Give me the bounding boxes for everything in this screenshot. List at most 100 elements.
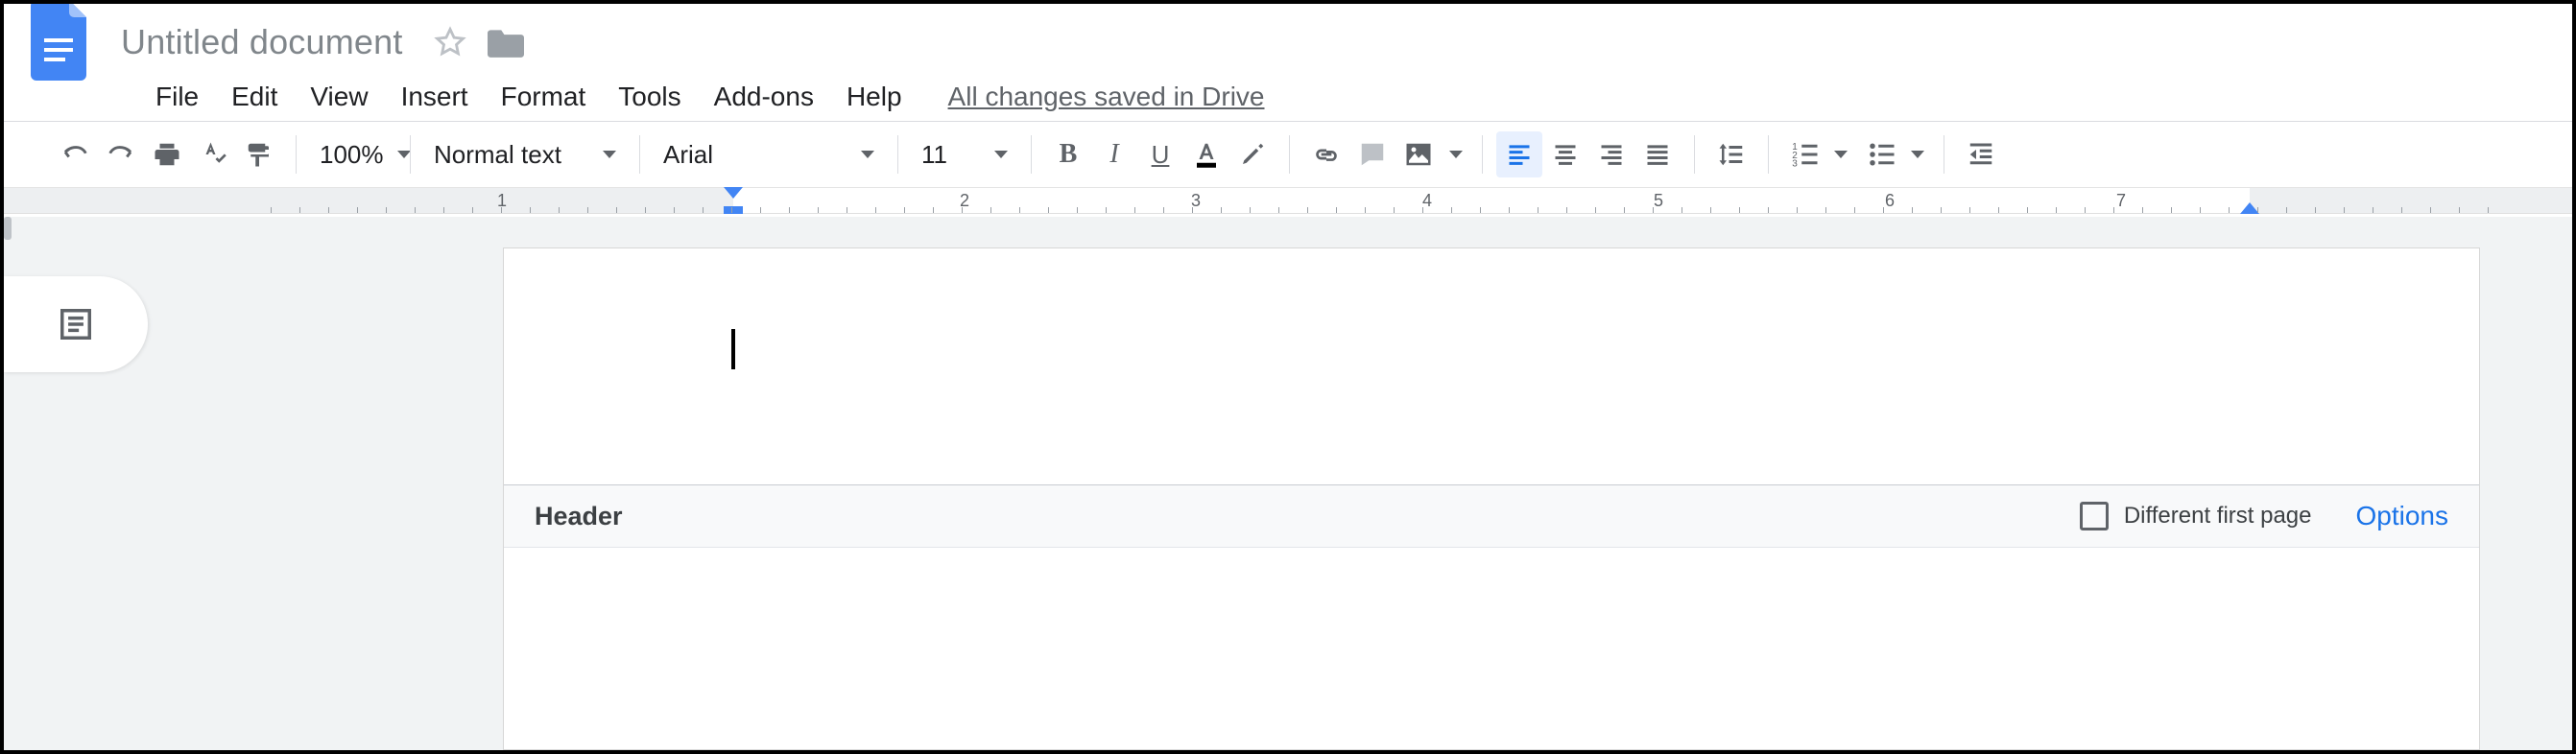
decrease-indent-button[interactable] — [1958, 131, 2004, 177]
numbered-list-button[interactable]: 123 — [1782, 131, 1828, 177]
ruler-tick — [760, 207, 761, 213]
caret-icon[interactable] — [1911, 151, 1924, 158]
document-title[interactable]: Untitled document — [117, 22, 407, 62]
print-button[interactable] — [144, 131, 190, 177]
ruler-tick — [731, 207, 732, 213]
ruler-tick — [2200, 207, 2201, 213]
underline-button[interactable]: U — [1137, 131, 1183, 177]
save-status[interactable]: All changes saved in Drive — [948, 82, 1265, 112]
svg-text:3: 3 — [1792, 159, 1798, 170]
move-to-folder-icon[interactable] — [488, 27, 524, 58]
menu-help[interactable]: Help — [847, 82, 902, 112]
highlight-color-button[interactable] — [1229, 131, 1276, 177]
ruler-tick — [1941, 207, 1942, 213]
ruler[interactable]: 1 2 3 4 5 6 7 — [4, 187, 2572, 214]
ruler-tick — [2085, 207, 2086, 213]
add-comment-button[interactable] — [1349, 131, 1395, 177]
undo-button[interactable] — [52, 131, 98, 177]
bulleted-list-button[interactable] — [1859, 131, 1905, 177]
align-justify-button[interactable] — [1634, 131, 1681, 177]
ruler-tick — [1768, 207, 1769, 213]
ruler-tick — [2142, 207, 2143, 213]
ruler-tick — [530, 207, 531, 213]
separator — [410, 135, 411, 174]
header-toolbar: Header Different first page Options — [504, 484, 2479, 548]
different-first-page-checkbox[interactable]: Different first page — [2080, 502, 2312, 530]
menu-format[interactable]: Format — [501, 82, 586, 112]
ruler-tick — [1336, 207, 1337, 213]
ruler-tick — [1998, 207, 1999, 213]
ruler-tick — [962, 207, 963, 213]
caret-icon — [861, 151, 874, 158]
header-options-link[interactable]: Options — [2356, 501, 2449, 531]
menu-tools[interactable]: Tools — [618, 82, 680, 112]
menu-addons[interactable]: Add-ons — [714, 82, 814, 112]
menu-insert[interactable]: Insert — [401, 82, 468, 112]
separator — [1768, 135, 1769, 174]
ruler-tick — [1163, 207, 1164, 213]
font-size-dropdown[interactable]: 11 — [912, 131, 1017, 177]
ruler-tick — [1883, 207, 1884, 213]
ruler-tick — [1394, 207, 1395, 213]
styles-dropdown[interactable]: Normal text — [424, 131, 626, 177]
caret-icon[interactable] — [1449, 151, 1463, 158]
caret-icon — [994, 151, 1008, 158]
separator — [1031, 135, 1032, 174]
ruler-tick — [2344, 207, 2345, 213]
toolbar: 100% Normal text Arial 11 B I U — [4, 122, 2572, 187]
ruler-tick — [559, 207, 560, 213]
header-region[interactable] — [504, 248, 2479, 484]
ruler-tick — [2171, 207, 2172, 213]
ruler-tick — [1595, 207, 1596, 213]
ruler-number: 5 — [1654, 191, 1663, 211]
align-center-button[interactable] — [1542, 131, 1588, 177]
right-indent-marker[interactable] — [2240, 202, 2259, 214]
ruler-tick — [1048, 207, 1049, 213]
ruler-tick — [299, 207, 300, 213]
align-left-button[interactable] — [1496, 131, 1542, 177]
bold-button[interactable]: B — [1045, 131, 1091, 177]
document-page[interactable]: Header Different first page Options — [503, 247, 2480, 750]
menu-file[interactable]: File — [155, 82, 199, 112]
left-indent-marker[interactable] — [724, 206, 743, 214]
ruler-tick — [328, 207, 329, 213]
ruler-tick — [1278, 207, 1279, 213]
align-right-button[interactable] — [1588, 131, 1634, 177]
ruler-tick — [415, 207, 416, 213]
line-spacing-button[interactable] — [1708, 131, 1754, 177]
italic-button[interactable]: I — [1091, 131, 1137, 177]
ruler-tick — [587, 207, 588, 213]
font-value: Arial — [663, 140, 713, 170]
menu-view[interactable]: View — [310, 82, 368, 112]
ruler-tick — [1451, 207, 1452, 213]
paint-format-button[interactable] — [236, 131, 282, 177]
ruler-tick — [1854, 207, 1855, 213]
first-line-indent-marker[interactable] — [724, 187, 743, 199]
docs-logo-icon[interactable] — [31, 0, 92, 84]
zoom-dropdown[interactable]: 100% — [310, 131, 396, 177]
ruler-tick — [904, 207, 905, 213]
ruler-tick — [443, 207, 444, 213]
insert-link-button[interactable] — [1303, 131, 1349, 177]
insert-image-button[interactable] — [1395, 131, 1442, 177]
ruler-tick — [1509, 207, 1510, 213]
caret-icon[interactable] — [1834, 151, 1848, 158]
header-label: Header — [535, 502, 623, 531]
redo-button[interactable] — [98, 131, 144, 177]
caret-icon — [603, 151, 616, 158]
menu-bar: File Edit View Insert Format Tools Add-o… — [4, 73, 2572, 121]
ruler-tick — [2286, 207, 2287, 213]
ruler-tick — [1969, 207, 1970, 213]
ruler-tick — [1422, 207, 1423, 213]
font-dropdown[interactable]: Arial — [654, 131, 884, 177]
text-color-button[interactable] — [1183, 131, 1229, 177]
spellcheck-button[interactable] — [190, 131, 236, 177]
star-icon[interactable] — [434, 26, 466, 59]
ruler-tick — [1192, 207, 1193, 213]
menu-edit[interactable]: Edit — [231, 82, 277, 112]
text-cursor — [731, 329, 735, 369]
ruler-tick — [2459, 207, 2460, 213]
separator — [897, 135, 898, 174]
document-outline-button[interactable] — [4, 276, 148, 372]
side-scroll-handle[interactable] — [4, 217, 12, 240]
